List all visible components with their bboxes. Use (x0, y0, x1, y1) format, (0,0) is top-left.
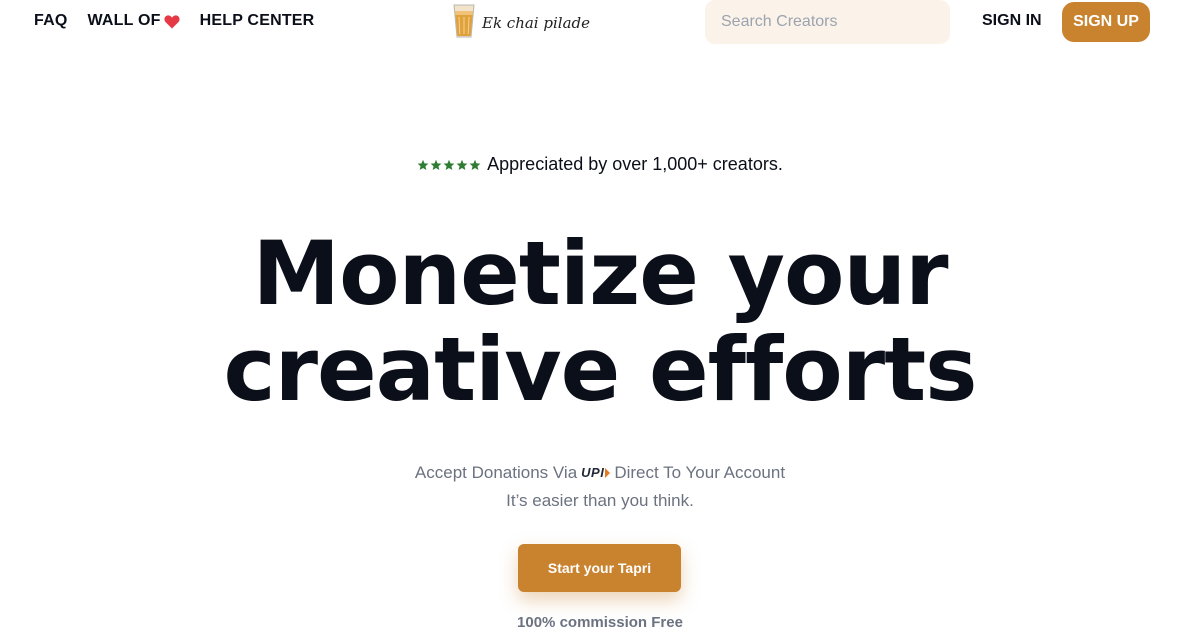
site-logo[interactable]: Ek chai pilade (452, 3, 590, 44)
logo-text: Ek chai pilade (482, 14, 590, 32)
star-icon (469, 159, 481, 170)
hero-subtitle-line2: It’s easier than you think. (506, 491, 694, 510)
hero-headline-line1: Monetize your (252, 222, 949, 325)
upi-arrow-icon (605, 468, 611, 478)
nav-link-wall-of-label: WALL OF (87, 12, 161, 29)
star-icon (456, 159, 468, 170)
heart-icon (164, 14, 180, 29)
hero-headline-line2: creative efforts (223, 318, 977, 421)
subtitle-before-upi: Accept Donations Via (414, 463, 578, 482)
sign-up-button[interactable]: SIGN UP (1062, 2, 1150, 42)
subtitle-after-upi: Direct To Your Account (614, 463, 786, 482)
hero-subtitle: Accept Donations Via UPI Direct To Your … (0, 459, 1200, 515)
rating-row: Appreciated by over 1,000+ creators. (0, 154, 1200, 175)
nav-link-wall-of-love[interactable]: WALL OF (88, 12, 180, 30)
search-creators-input[interactable] (705, 0, 950, 44)
nav-link-faq[interactable]: FAQ (34, 12, 68, 30)
star-icon (443, 159, 455, 170)
hero-headline: Monetize your creative efforts (0, 226, 1200, 418)
star-icon (417, 159, 429, 170)
nav-link-help-center[interactable]: HELP CENTER (200, 12, 315, 30)
rating-stars (417, 159, 481, 171)
start-your-tapri-button[interactable]: Start your Tapri (518, 544, 681, 592)
hero-subtitle-line1: Accept Donations Via UPI Direct To Your … (0, 459, 1200, 487)
nav-links: FAQ WALL OF HELP CENTER (34, 12, 314, 30)
upi-logo-icon: UPI (581, 459, 611, 487)
sign-in-link[interactable]: SIGN IN (982, 12, 1042, 30)
rating-text: Appreciated by over 1,000+ creators. (487, 154, 783, 174)
commission-note: 100% commission Free (517, 614, 683, 631)
upi-label: UPI (581, 465, 605, 480)
star-icon (430, 159, 442, 170)
chai-glass-icon (452, 3, 476, 44)
top-navigation: FAQ WALL OF HELP CENTER Ek chai pilade S… (0, 0, 1200, 44)
